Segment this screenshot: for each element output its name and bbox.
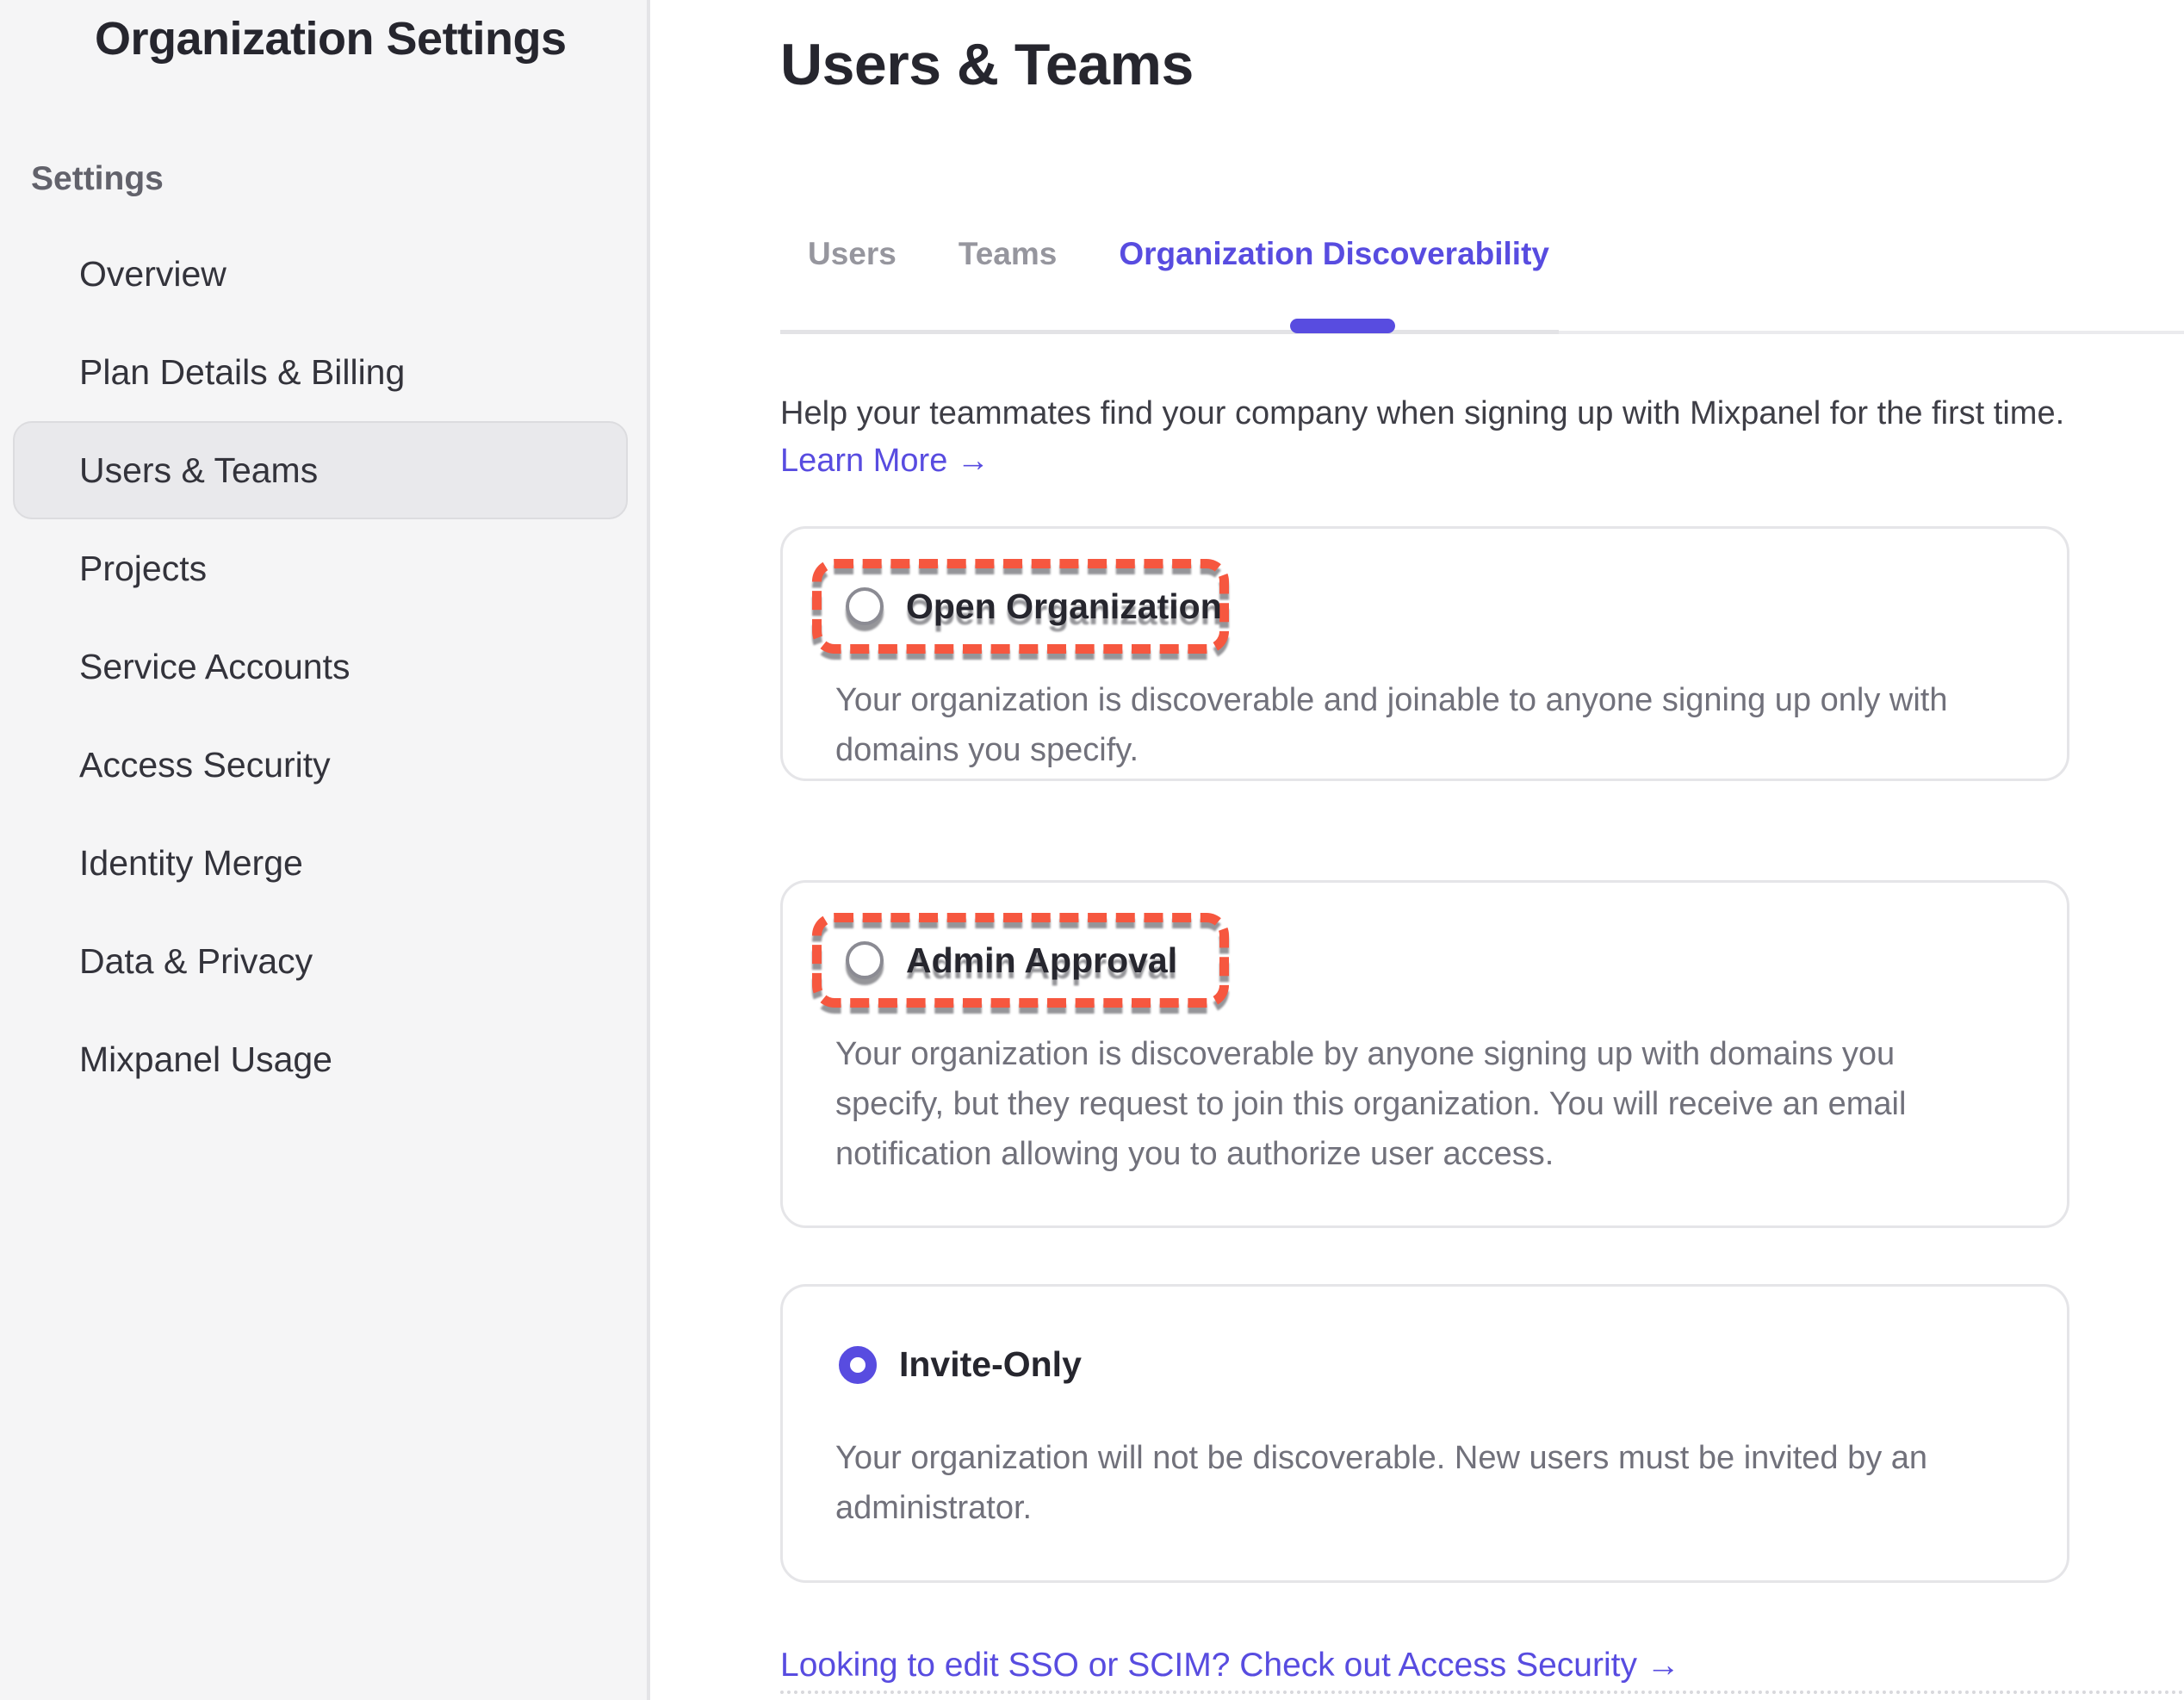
- sidebar-item-service-accounts[interactable]: Service Accounts: [13, 617, 628, 716]
- sidebar-nav: Overview Plan Details & Billing Users & …: [13, 225, 628, 1108]
- option-description-admin-approval: Your organization is discoverable by any…: [835, 1029, 2041, 1179]
- option-label-open-organization: Open Organization: [906, 586, 1222, 627]
- option-description-open-organization: Your organization is discoverable and jo…: [835, 675, 2041, 775]
- radio-invite-only-selected[interactable]: [839, 1346, 877, 1384]
- page-title: Users & Teams: [780, 31, 1194, 98]
- option-card-admin-approval: Admin Approval Your organization is disc…: [780, 880, 2069, 1228]
- sidebar-item-data-privacy[interactable]: Data & Privacy: [13, 912, 628, 1010]
- option-card-open-organization: Open Organization Your organization is d…: [780, 526, 2069, 781]
- radio-admin-approval[interactable]: [846, 941, 884, 979]
- sidebar-item-overview[interactable]: Overview: [13, 225, 628, 323]
- sidebar-item-access-security[interactable]: Access Security: [13, 716, 628, 814]
- sidebar-title: Organization Settings: [95, 12, 567, 65]
- bottom-dotted-divider: [780, 1691, 2184, 1694]
- option-label-invite-only: Invite-Only: [899, 1344, 1082, 1385]
- radio-open-organization[interactable]: [846, 587, 884, 625]
- intro-text: Help your teammates find your company wh…: [780, 392, 2175, 435]
- access-security-link[interactable]: Looking to edit SSO or SCIM? Check out A…: [780, 1647, 1680, 1684]
- active-tab-indicator: [1290, 319, 1395, 333]
- red-dashed-annotation-open-organization: Open Organization: [812, 559, 1229, 654]
- sidebar-item-mixpanel-usage[interactable]: Mixpanel Usage: [13, 1010, 628, 1108]
- red-dashed-annotation-admin-approval: Admin Approval: [812, 913, 1229, 1008]
- tab-strip-divider: [780, 330, 1559, 334]
- sidebar-item-identity-merge[interactable]: Identity Merge: [13, 814, 628, 912]
- sidebar-item-plan-details-billing[interactable]: Plan Details & Billing: [13, 323, 628, 421]
- option-description-invite-only: Your organization will not be discoverab…: [835, 1433, 2041, 1533]
- sidebar-item-projects[interactable]: Projects: [13, 519, 628, 617]
- tab-users[interactable]: Users: [808, 234, 897, 274]
- sidebar-section-label: Settings: [31, 160, 164, 198]
- learn-more-link[interactable]: Learn More →: [780, 443, 990, 480]
- sidebar: Organization Settings Settings Overview …: [0, 0, 650, 1700]
- tab-teams[interactable]: Teams: [959, 234, 1058, 274]
- option-card-invite-only: Invite-Only Your organization will not b…: [780, 1284, 2069, 1583]
- tab-bar: Users Teams Organization Discoverability: [808, 234, 1549, 274]
- organization-settings-page: Organization Settings Settings Overview …: [0, 0, 2184, 1700]
- option-row-invite-only: Invite-Only: [839, 1344, 1082, 1385]
- option-label-admin-approval: Admin Approval: [906, 940, 1177, 981]
- sidebar-item-users-teams[interactable]: Users & Teams: [13, 421, 628, 519]
- tab-organization-discoverability[interactable]: Organization Discoverability: [1119, 234, 1549, 274]
